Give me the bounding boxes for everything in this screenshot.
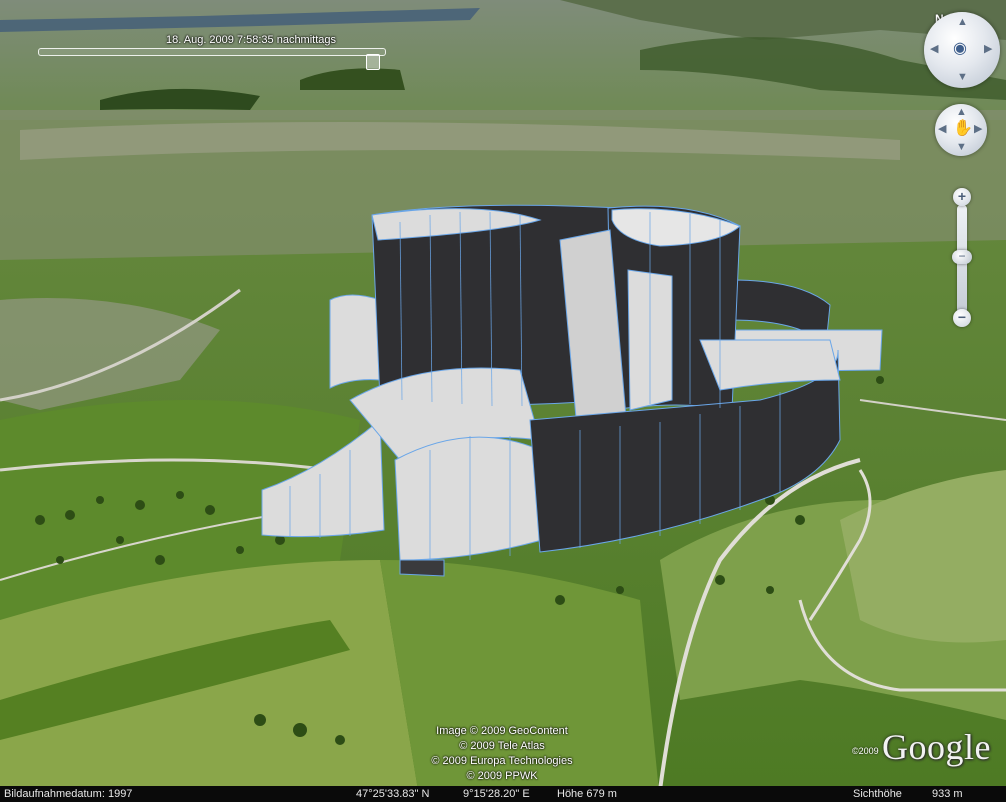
copyright-line: Image © 2009 GeoContent — [436, 725, 568, 737]
longitude-readout: 9°15'28.20" E — [463, 788, 530, 800]
look-up-arrow-icon[interactable]: ▲ — [957, 17, 968, 28]
zoom-in-button[interactable]: + — [953, 188, 971, 206]
status-bar: Bildaufnahmedatum: 1997 47°25'33.83" N 9… — [0, 786, 1006, 802]
latitude-readout: 47°25'33.83" N — [356, 788, 430, 800]
zoom-out-button[interactable]: − — [953, 309, 971, 327]
time-slider-track[interactable] — [38, 48, 386, 56]
hand-icon: ✋ — [953, 120, 973, 137]
copyright-line: © 2009 PPWK — [466, 770, 538, 782]
copyright-notice: Image © 2009 GeoContent © 2009 Tele Atla… — [400, 724, 604, 784]
move-right-arrow-icon[interactable]: ▶ — [974, 124, 982, 135]
logo-copyright-year: ©2009 — [852, 746, 879, 756]
look-left-arrow-icon[interactable]: ◀ — [930, 44, 938, 55]
move-down-arrow-icon[interactable]: ▼ — [956, 142, 967, 153]
move-left-arrow-icon[interactable]: ◀ — [938, 124, 946, 135]
time-slider[interactable]: 18. Aug. 2009 7:58:35 nachmittags — [36, 30, 388, 70]
zoom-slider-thumb[interactable]: − — [952, 250, 972, 264]
eye-icon: ◉ — [953, 40, 967, 57]
imagery-date: Bildaufnahmedatum: 1997 — [4, 788, 133, 800]
copyright-line: © 2009 Tele Atlas — [459, 740, 545, 752]
look-right-arrow-icon[interactable]: ▶ — [984, 44, 992, 55]
elevation-readout: Höhe 679 m — [557, 788, 617, 800]
look-around-control[interactable]: ▲ ▼ ◀ ▶ ◉ — [924, 12, 1000, 88]
eye-altitude-value: 933 m — [932, 788, 963, 800]
3d-map-viewport[interactable]: 18. Aug. 2009 7:58:35 nachmittags N ▲ ▼ … — [0, 0, 1006, 802]
time-slider-thumb[interactable] — [366, 54, 380, 70]
move-control[interactable]: ▲ ▼ ◀ ▶ ✋ — [935, 104, 987, 156]
logo-wordmark: Google — [882, 727, 991, 767]
move-up-arrow-icon[interactable]: ▲ — [956, 107, 967, 118]
eye-altitude-label: Sichthöhe — [853, 788, 902, 800]
3d-building-model — [261, 204, 883, 577]
google-logo: ©2009 Google — [852, 724, 1002, 768]
look-down-arrow-icon[interactable]: ▼ — [957, 72, 968, 83]
time-slider-label: 18. Aug. 2009 7:58:35 nachmittags — [166, 34, 337, 46]
copyright-line: © 2009 Europa Technologies — [431, 755, 573, 767]
